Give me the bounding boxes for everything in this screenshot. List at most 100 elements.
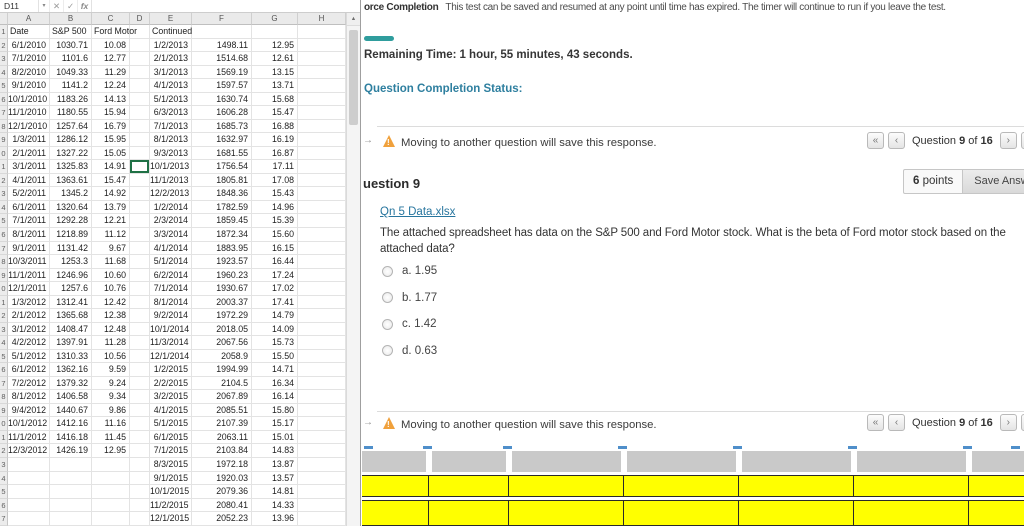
- row-number[interactable]: 6: [0, 498, 8, 513]
- cell-C3[interactable]: 12.77: [92, 52, 130, 66]
- row-number[interactable]: 3: [0, 322, 8, 337]
- cell-A30[interactable]: 10/1/2012: [8, 417, 50, 431]
- scrollbar-thumb[interactable]: [349, 30, 358, 125]
- cell-D19[interactable]: [130, 268, 150, 283]
- cell-H36[interactable]: [298, 498, 346, 513]
- cell-F13[interactable]: 1848.36: [192, 187, 252, 201]
- cell-F8[interactable]: 1685.73: [192, 119, 252, 134]
- cell-H10[interactable]: [298, 146, 346, 161]
- row-number[interactable]: 7: [0, 241, 8, 256]
- cell-G13[interactable]: 15.43: [252, 187, 298, 201]
- row-number[interactable]: 3: [0, 187, 8, 201]
- cell-G4[interactable]: 13.15: [252, 65, 298, 80]
- cell-H32[interactable]: [298, 444, 346, 458]
- cell-A34[interactable]: [8, 471, 50, 486]
- cell-F4[interactable]: 1569.19: [192, 65, 252, 80]
- cell-D32[interactable]: [130, 444, 150, 458]
- cell-B7[interactable]: 1180.55: [50, 106, 92, 120]
- cell-F2[interactable]: 1498.11: [192, 38, 252, 53]
- radio-button[interactable]: [382, 292, 393, 304]
- cell-F3[interactable]: 1514.68: [192, 52, 252, 66]
- row-number[interactable]: 0: [0, 282, 8, 296]
- column-header-a[interactable]: A: [8, 13, 50, 25]
- cell-G27[interactable]: 16.34: [252, 376, 298, 391]
- cell-H20[interactable]: [298, 282, 346, 296]
- cell-B9[interactable]: 1286.12: [50, 133, 92, 147]
- cell-G12[interactable]: 17.08: [252, 173, 298, 188]
- cell-C22[interactable]: 12.38: [92, 309, 130, 323]
- cell-H16[interactable]: [298, 227, 346, 242]
- cell-F20[interactable]: 1930.67: [192, 282, 252, 296]
- cell-F32[interactable]: 2103.84: [192, 444, 252, 458]
- first-question-button[interactable]: «: [867, 132, 884, 149]
- cell-E16[interactable]: 3/3/2014: [150, 227, 192, 242]
- cell-D2[interactable]: [130, 38, 150, 53]
- cell-C37[interactable]: [92, 512, 130, 526]
- cell-F36[interactable]: 2080.41: [192, 498, 252, 513]
- cell-F7[interactable]: 1606.28: [192, 106, 252, 120]
- cell-H7[interactable]: [298, 106, 346, 120]
- row-number[interactable]: 7: [0, 512, 8, 526]
- cell-G7[interactable]: 15.47: [252, 106, 298, 120]
- cell-E22[interactable]: 9/2/2014: [150, 309, 192, 323]
- row-number[interactable]: 0: [0, 417, 8, 431]
- cancel-icon[interactable]: ✕: [49, 0, 63, 12]
- cell-A29[interactable]: 9/4/2012: [8, 403, 50, 418]
- cell-E21[interactable]: 8/1/2014: [150, 295, 192, 310]
- cell-C26[interactable]: 9.59: [92, 363, 130, 377]
- cell-A27[interactable]: 7/2/2012: [8, 376, 50, 391]
- cell-C18[interactable]: 11.68: [92, 255, 130, 269]
- column-header-d[interactable]: D: [130, 13, 150, 25]
- column-header-c[interactable]: C: [92, 13, 130, 25]
- cell-D22[interactable]: [130, 309, 150, 323]
- column-header-e[interactable]: E: [150, 13, 192, 25]
- cell-F6[interactable]: 1630.74: [192, 92, 252, 107]
- cell-G31[interactable]: 15.01: [252, 430, 298, 445]
- cell-H22[interactable]: [298, 309, 346, 323]
- cell-E15[interactable]: 2/3/2014: [150, 214, 192, 228]
- cell-G14[interactable]: 14.96: [252, 200, 298, 215]
- cell-D20[interactable]: [130, 282, 150, 296]
- cell-E11[interactable]: 10/1/2013: [150, 160, 192, 174]
- cell-G15[interactable]: 15.39: [252, 214, 298, 228]
- cell-H19[interactable]: [298, 268, 346, 283]
- cell-E6[interactable]: 5/1/2013: [150, 92, 192, 107]
- row-number[interactable]: 2: [0, 309, 8, 323]
- row-number[interactable]: 3: [0, 52, 8, 66]
- cell-C33[interactable]: [92, 458, 130, 472]
- cell-E32[interactable]: 7/1/2015: [150, 444, 192, 458]
- row-number[interactable]: 5: [0, 485, 8, 499]
- cell-B16[interactable]: 1218.89: [50, 227, 92, 242]
- row-number[interactable]: 7: [0, 106, 8, 120]
- cell-B1[interactable]: S&P 500: [50, 25, 92, 39]
- cell-D4[interactable]: [130, 65, 150, 80]
- attachment-link[interactable]: Qn 5 Data.xlsx: [380, 206, 455, 218]
- cell-H12[interactable]: [298, 173, 346, 188]
- cell-C28[interactable]: 9.34: [92, 390, 130, 404]
- row-number[interactable]: 9: [0, 268, 8, 283]
- cell-C2[interactable]: 10.08: [92, 38, 130, 53]
- cell-C19[interactable]: 10.60: [92, 268, 130, 283]
- cell-F17[interactable]: 1883.95: [192, 241, 252, 256]
- cell-E23[interactable]: 10/1/2014: [150, 322, 192, 337]
- row-number[interactable]: 1: [0, 25, 8, 39]
- cell-D23[interactable]: [130, 322, 150, 337]
- gray-cell[interactable]: [627, 451, 736, 472]
- cell-B14[interactable]: 1320.64: [50, 200, 92, 215]
- cell-G32[interactable]: 14.83: [252, 444, 298, 458]
- cell-H5[interactable]: [298, 79, 346, 93]
- cell-F18[interactable]: 1923.57: [192, 255, 252, 269]
- cell-D11[interactable]: [130, 160, 150, 174]
- cell-G16[interactable]: 15.60: [252, 227, 298, 242]
- cell-G18[interactable]: 16.44: [252, 255, 298, 269]
- cell-B21[interactable]: 1312.41: [50, 295, 92, 310]
- gray-cell[interactable]: [857, 451, 966, 472]
- cell-D3[interactable]: [130, 52, 150, 66]
- cell-E26[interactable]: 1/2/2015: [150, 363, 192, 377]
- cell-A33[interactable]: [8, 458, 50, 472]
- row-number[interactable]: 5: [0, 214, 8, 228]
- row-number[interactable]: 1: [0, 160, 8, 174]
- cell-F15[interactable]: 1859.45: [192, 214, 252, 228]
- cell-C23[interactable]: 12.48: [92, 322, 130, 337]
- cell-A26[interactable]: 6/1/2012: [8, 363, 50, 377]
